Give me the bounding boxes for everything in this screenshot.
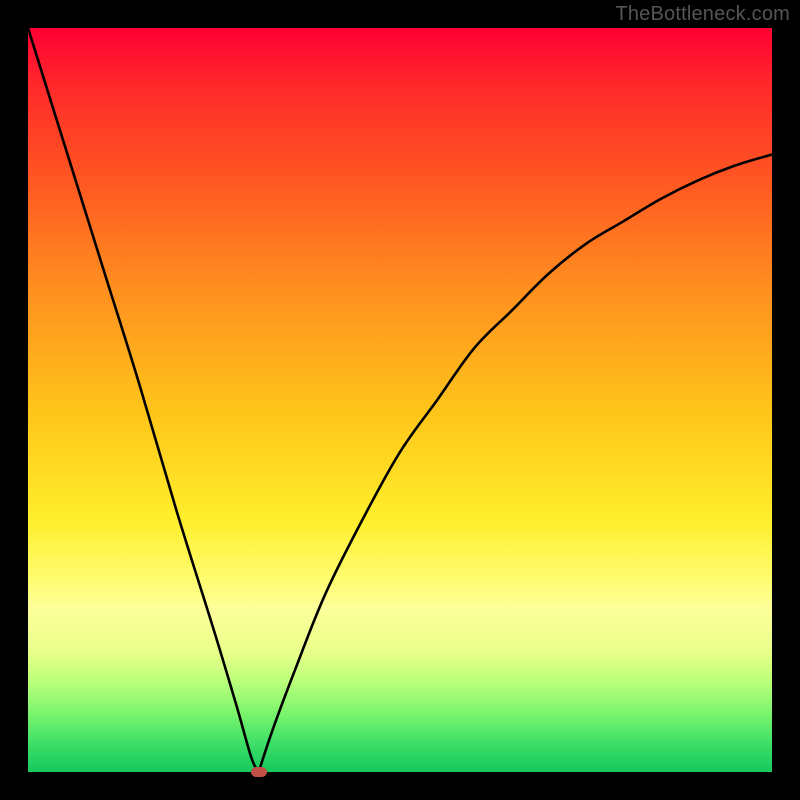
plot-area xyxy=(28,28,772,772)
minimum-marker xyxy=(251,767,267,777)
chart-frame: TheBottleneck.com xyxy=(0,0,800,800)
watermark-text: TheBottleneck.com xyxy=(615,3,790,26)
